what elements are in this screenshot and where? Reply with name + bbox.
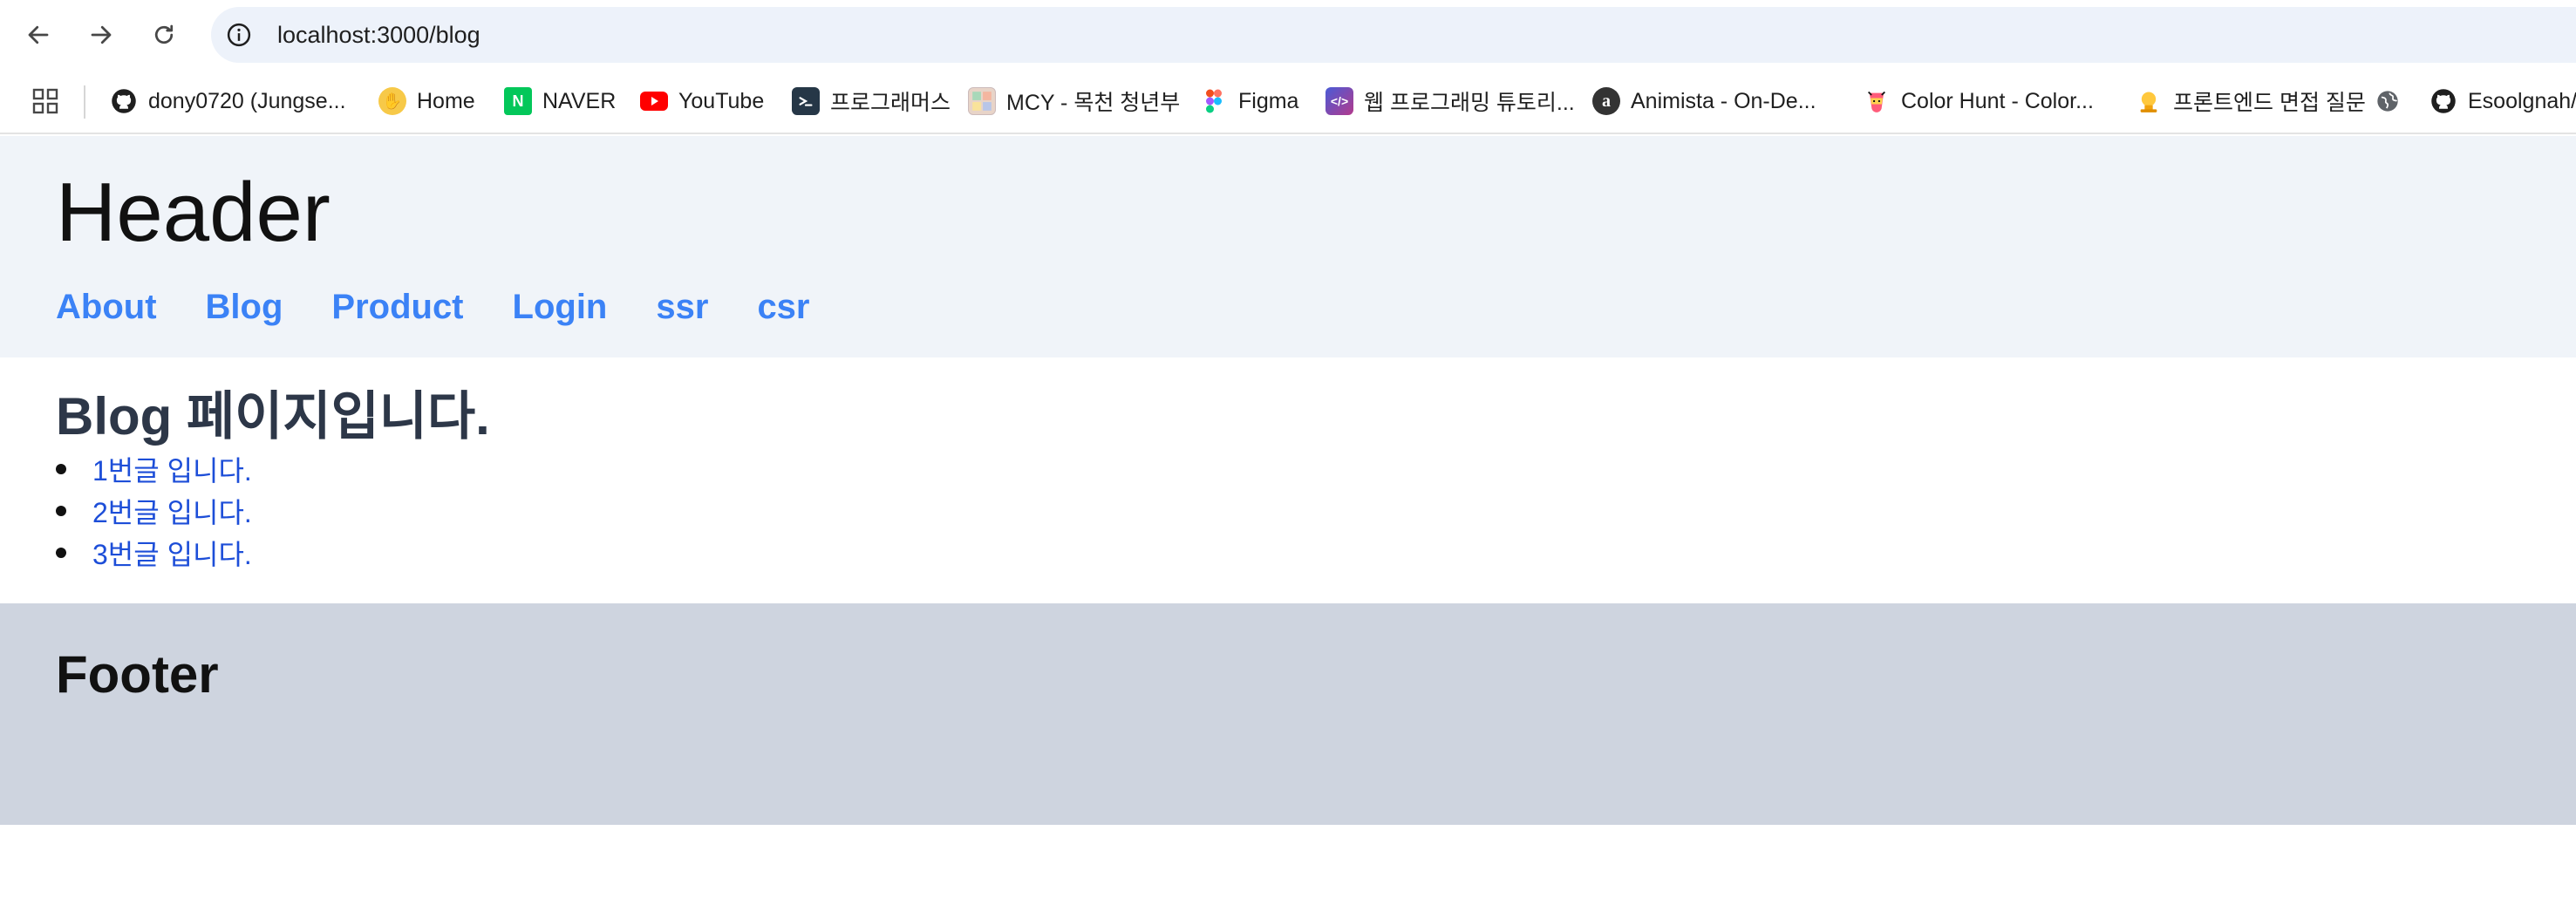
bookmark-animista[interactable]: a Animista - On-De...: [1592, 84, 1816, 119]
github-icon: [2429, 87, 2457, 115]
list-item: 1번글 입니다.: [56, 448, 252, 490]
animista-icon: a: [1592, 87, 1620, 115]
lightbulb-icon: [2135, 87, 2163, 115]
code-icon: </>: [1325, 87, 1353, 115]
colorhunt-icon: [1863, 87, 1891, 115]
bookmark-web-tutorial[interactable]: </> 웹 프로그래밍 튜토리...: [1325, 84, 1575, 119]
bookmark-programmers[interactable]: 프로그래머스: [792, 84, 951, 119]
bookmark-label: NAVER: [542, 88, 617, 113]
page-footer: Footer: [0, 603, 2576, 825]
bookmark-label: dony0720 (Jungse...: [148, 88, 346, 113]
programmers-icon: [792, 87, 820, 115]
bookmark-colorhunt[interactable]: Color Hunt - Color...: [1863, 84, 2094, 119]
url-text: localhost:3000/blog: [277, 21, 480, 48]
bookmark-mcy[interactable]: MCY - 목천 청년부: [968, 84, 1180, 119]
bookmarks-bar: dony0720 (Jungse... ✋ Home N NAVER YouTu…: [0, 70, 2576, 134]
bookmark-dony0720[interactable]: dony0720 (Jungse...: [110, 84, 346, 119]
post-link[interactable]: 1번글 입니다.: [92, 449, 252, 489]
bookmark-figma[interactable]: Figma: [1200, 84, 1298, 119]
site-info-icon[interactable]: [223, 19, 255, 51]
browser-toolbar: localhost:3000/blog: [0, 0, 2576, 70]
nav-link-csr[interactable]: csr: [757, 289, 809, 324]
nav-link-about[interactable]: About: [56, 289, 157, 324]
waving-hand-icon: ✋: [378, 87, 406, 115]
arrow-right-icon: [91, 25, 112, 44]
post-list: 1번글 입니다. 2번글 입니다. 3번글 입니다.: [56, 448, 252, 574]
reload-button[interactable]: [147, 17, 181, 52]
nav-link-blog[interactable]: Blog: [206, 289, 283, 324]
naver-icon: N: [504, 87, 532, 115]
bullet-icon: [56, 548, 66, 558]
back-button[interactable]: [21, 17, 56, 52]
bookmark-label: Home: [417, 88, 475, 113]
address-bar[interactable]: localhost:3000/blog: [211, 7, 2576, 63]
bookmark-label: Figma: [1238, 88, 1299, 113]
bookmark-label: 프로그래머스: [830, 91, 951, 115]
arrow-left-icon: [28, 25, 49, 44]
apps-grid-icon[interactable]: [31, 87, 59, 115]
bullet-icon: [56, 464, 66, 474]
bookmark-label: YouTube: [678, 88, 765, 113]
post-link[interactable]: 3번글 입니다.: [92, 533, 252, 573]
nav-link-login[interactable]: Login: [513, 289, 608, 324]
header-title: Header: [56, 166, 331, 259]
bookmark-label: Animista - On-De...: [1631, 88, 1816, 113]
mcy-icon: [968, 87, 996, 115]
bookmarks-separator: [84, 85, 85, 119]
footer-title: Footer: [56, 645, 219, 704]
bookmark-youtube[interactable]: YouTube: [640, 84, 764, 119]
bookmark-globe[interactable]: [2374, 84, 2412, 119]
bookmark-naver[interactable]: N NAVER: [504, 84, 616, 119]
bookmark-label: 프론트엔드 면접 질문: [2173, 91, 2366, 115]
list-item: 3번글 입니다.: [56, 532, 252, 574]
forward-button[interactable]: [84, 17, 119, 52]
page-header: Header About Blog Product Login ssr csr: [0, 136, 2576, 357]
bookmark-label: Esoolgnah/: [2468, 88, 2576, 113]
nav-link-ssr[interactable]: ssr: [656, 289, 708, 324]
youtube-icon: [640, 87, 668, 115]
post-link[interactable]: 2번글 입니다.: [92, 491, 252, 531]
globe-icon: [2374, 87, 2402, 115]
page-heading: Blog 페이지입니다.: [56, 387, 490, 446]
bookmark-home[interactable]: ✋ Home: [378, 84, 475, 119]
figma-icon: [1200, 87, 1228, 115]
nav-link-product[interactable]: Product: [331, 289, 463, 324]
bookmark-frontend-interview[interactable]: 프론트엔드 면접 질문: [2135, 84, 2366, 119]
main-content: Blog 페이지입니다. 1번글 입니다. 2번글 입니다. 3번글 입니다.: [0, 357, 2576, 603]
bullet-icon: [56, 506, 66, 516]
bookmark-esoolgnah[interactable]: Esoolgnah/: [2429, 84, 2576, 119]
bookmark-label: Color Hunt - Color...: [1901, 88, 2094, 113]
bookmark-label: MCY - 목천 청년부: [1006, 91, 1181, 115]
github-icon: [110, 87, 138, 115]
list-item: 2번글 입니다.: [56, 490, 252, 532]
header-nav: About Blog Product Login ssr csr: [56, 289, 859, 324]
bookmark-label: 웹 프로그래밍 튜토리...: [1364, 91, 1575, 115]
reload-icon: [154, 24, 174, 44]
